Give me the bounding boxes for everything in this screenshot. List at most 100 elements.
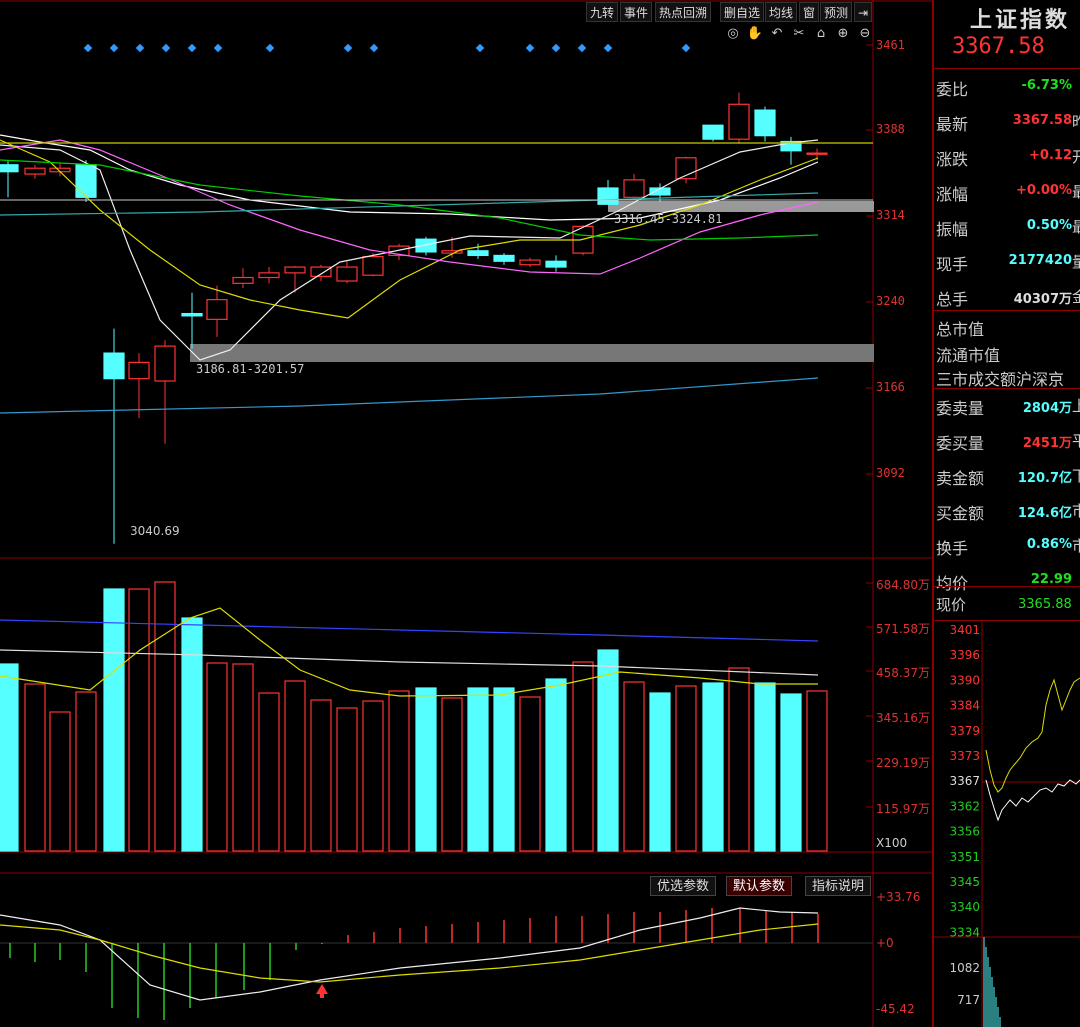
intraday-tick-label: 3351 xyxy=(949,850,980,864)
kline-chart-svg[interactable] xyxy=(0,0,932,1027)
quote-row-label: 委比 xyxy=(936,80,969,99)
macd-tick-label: +33.76 xyxy=(876,890,921,904)
quote-row-label: 换手 xyxy=(936,539,969,558)
intraday-vol-tick-label: 717 xyxy=(957,993,980,1007)
quote-row-value: 3367.58 xyxy=(1012,113,1072,128)
volume-bar-up xyxy=(154,581,176,852)
volume-bar-up xyxy=(441,697,463,852)
intraday-tick-label: 3373 xyxy=(949,749,980,763)
intraday-tick-label: 3379 xyxy=(949,724,980,738)
quote-row-label: 总手 xyxy=(936,290,969,309)
volume-bar-up xyxy=(24,683,46,852)
candle-up xyxy=(24,167,46,175)
volume-tick-label: 345.16万 xyxy=(876,711,930,725)
candle-down xyxy=(467,250,489,257)
event-marker-icon xyxy=(681,43,691,53)
float-market-cap-label: 流通市值 xyxy=(936,346,1001,365)
preferred-params-button[interactable]: 优选参数 xyxy=(650,876,717,896)
gap-zone-low xyxy=(190,344,874,362)
candle-up xyxy=(258,272,280,279)
intraday-tick-label: 3334 xyxy=(949,925,980,939)
candle-down xyxy=(702,124,724,140)
quote-row-value: 0.50% xyxy=(1026,218,1072,233)
event-marker-icon xyxy=(265,43,275,53)
quote-row: 卖金额 120.7亿下 xyxy=(934,459,1080,493)
intraday-tick-label: 3362 xyxy=(949,799,980,813)
quote-row-value: 40307万 xyxy=(1013,292,1072,307)
quote-row-value: +0.00% xyxy=(1016,183,1072,198)
quote-row-tail: 市 xyxy=(1072,502,1080,520)
event-marker-icon xyxy=(369,43,379,53)
candle-down xyxy=(181,312,203,317)
volume-bar-down xyxy=(415,687,437,852)
intraday-tick-label: 3396 xyxy=(949,648,980,662)
kline-tick-label: 3388 xyxy=(876,122,905,136)
volume-tick-label: 684.80万 xyxy=(876,578,930,592)
quote-row-tail: 量 xyxy=(1072,253,1080,271)
volume-bar-up xyxy=(75,691,97,852)
index-price: 3367.58 xyxy=(952,34,1045,59)
intraday-tick-label: 3401 xyxy=(949,623,980,637)
volume-bar-down xyxy=(103,588,125,852)
now-price-value: 3365.88 xyxy=(1018,597,1072,612)
volume-bar-up xyxy=(206,662,228,852)
volume-bar-up xyxy=(49,711,71,852)
volume-bar-up xyxy=(388,690,410,852)
quote-row: 最新 3367.58 昨 xyxy=(934,105,1080,139)
quote-row: 换手 0.86% 市 xyxy=(934,529,1080,563)
volume-bar-up xyxy=(675,685,697,852)
event-marker-icon xyxy=(161,43,171,53)
quote-row: 委卖量 2804万上 xyxy=(934,389,1080,423)
quote-row-label: 委卖量 xyxy=(936,399,985,418)
default-params-button[interactable]: 默认参数 xyxy=(726,876,793,896)
quote-row: 现手 2177420 量 xyxy=(934,245,1080,279)
quote-row-label: 涨幅 xyxy=(936,185,969,204)
quote-row-tail: 下 xyxy=(1072,467,1080,485)
volume-bar-up xyxy=(519,696,541,852)
macd-dif-line xyxy=(0,907,819,1001)
quote-row-label: 均价 xyxy=(936,574,969,593)
volume-bar-up xyxy=(128,588,150,852)
volume-bar-up xyxy=(362,700,384,852)
indicator-help-button[interactable]: 指标说明 xyxy=(805,876,872,896)
kline-tick-label: 3240 xyxy=(876,294,905,308)
now-price-label: 现价 xyxy=(936,596,967,614)
quote-row-label: 委买量 xyxy=(936,434,985,453)
volume-bar-up xyxy=(728,667,750,852)
intraday-avg-line xyxy=(985,677,1080,793)
candle-up xyxy=(728,103,750,140)
intraday-vol-tick-label: 1082 xyxy=(949,961,980,975)
quote-row-tail: 最 xyxy=(1072,218,1080,236)
volume-tick-label: 458.37万 xyxy=(876,666,930,680)
kline-tick-label: 3092 xyxy=(876,466,905,480)
quote-row-tail: 金 xyxy=(1072,288,1080,306)
quote-row-value: 2804万 xyxy=(1022,401,1072,416)
event-marker-icon xyxy=(525,43,535,53)
volume-bar-up xyxy=(336,707,358,852)
quote-row-value: 2451万 xyxy=(1022,436,1072,451)
quote-row-label: 现手 xyxy=(936,255,969,274)
chart-area[interactable]: 九转 事件 热点回溯 删自选 均线窗预测 ⇥ ◎ ✋ ↶ ✂ ⌂ ⊕ ⊖ 3461 3388 3314 32… xyxy=(0,0,932,1027)
candle-up xyxy=(310,266,332,277)
quote-row-label: 涨跌 xyxy=(936,150,969,169)
quote-row-tail: 最 xyxy=(1072,183,1080,201)
volume-bar-up xyxy=(623,681,645,852)
quote-row-tail: 平 xyxy=(1072,432,1080,450)
intraday-chart[interactable]: 3401 3396 3390 3384 3379 3373 3367 3362 3356 3351… xyxy=(934,620,1080,1027)
volume-bar-up xyxy=(310,699,332,852)
candle-down xyxy=(493,254,515,262)
quote-row-tail: 昨 xyxy=(1072,113,1080,131)
kline-tick-label: 3314 xyxy=(876,208,905,222)
volume-bar-down xyxy=(780,693,802,852)
quote-row-tail: 上 xyxy=(1072,397,1080,415)
volume-bar-down xyxy=(493,687,515,852)
quote-row-label: 振幅 xyxy=(936,220,969,239)
event-marker-icon xyxy=(135,43,145,53)
ma250-line xyxy=(0,377,819,414)
event-marker-icon xyxy=(551,43,561,53)
kline-tick-label: 3461 xyxy=(876,38,905,52)
candle-down xyxy=(0,164,19,173)
intraday-tick-label: 3345 xyxy=(949,875,980,889)
quote-row: 买金额 124.6亿市 xyxy=(934,494,1080,528)
event-marker-icon xyxy=(83,43,93,53)
